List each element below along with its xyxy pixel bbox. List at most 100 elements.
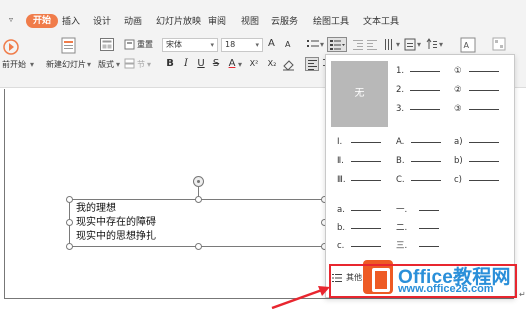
new-slide-label[interactable]: 新建幻灯片 (46, 60, 86, 70)
list-marker: a. (337, 205, 345, 215)
numbering-option-upper-alpha[interactable]: A. B. C. (396, 136, 454, 202)
tab-home[interactable]: 开始 (26, 14, 59, 28)
decrease-indent-icon[interactable] (352, 39, 364, 50)
resize-handle-left[interactable] (66, 219, 73, 226)
collapse-ribbon-icon[interactable]: ▿ (9, 15, 13, 25)
paragraph-mark-icon: ↵ (519, 290, 526, 299)
tab-review[interactable]: 审阅 (208, 17, 226, 27)
text-line-2[interactable]: 现实中存在的障碍 (76, 217, 156, 229)
text-box[interactable]: 我的理想 现实中存在的障碍 现实中的思想挣扎 (69, 199, 328, 247)
clear-format-icon[interactable] (282, 58, 295, 71)
list-marker: C. (396, 175, 405, 185)
list-marker: c. (337, 241, 345, 251)
list-line (469, 161, 499, 162)
resize-handle-top[interactable] (195, 196, 202, 203)
reset-icon[interactable] (124, 39, 135, 50)
tab-animation[interactable]: 动画 (124, 17, 142, 27)
font-color-button[interactable]: A (226, 58, 238, 70)
rotate-handle[interactable] (193, 176, 204, 187)
numbering-option-circled[interactable]: ① ② ③ (454, 65, 512, 131)
list-line (419, 210, 439, 211)
list-line (351, 180, 381, 181)
resize-handle-bottom[interactable] (195, 243, 202, 250)
tab-design[interactable]: 设计 (93, 17, 111, 27)
tab-text-tools[interactable]: 文本工具 (363, 17, 399, 27)
layout-icon[interactable] (99, 37, 115, 53)
svg-text:A: A (464, 41, 470, 50)
list-marker: 一. (396, 205, 408, 215)
play-icon[interactable] (2, 38, 20, 56)
highlight-box (329, 264, 517, 298)
font-family-select[interactable]: 宋体 ▾ (162, 38, 218, 52)
align-text-dropdown-icon[interactable]: ▾ (417, 40, 421, 50)
list-marker: ② (454, 85, 462, 95)
line-spacing-dropdown-icon[interactable]: ▾ (439, 40, 443, 50)
list-marker: c) (454, 175, 462, 185)
font-size-select[interactable]: 18 ▾ (221, 38, 263, 52)
list-line (469, 180, 499, 181)
list-line (411, 180, 441, 181)
tab-view[interactable]: 视图 (241, 17, 259, 27)
shrink-font-button[interactable]: A (285, 40, 290, 50)
resize-handle-bottom-left[interactable] (66, 243, 73, 250)
align-left-button[interactable] (305, 57, 319, 71)
section-label[interactable]: 节 (137, 60, 145, 70)
play-dropdown-icon[interactable]: ▾ (30, 60, 34, 70)
bullets-icon[interactable] (306, 38, 320, 50)
tab-slideshow[interactable]: 幻灯片放映 (156, 17, 201, 27)
numbering-none-option[interactable]: 无 (331, 61, 388, 127)
layout-dropdown-icon[interactable]: ▾ (116, 60, 120, 70)
list-marker: a) (454, 137, 463, 147)
list-marker: 3. (396, 104, 405, 114)
numbering-icon (330, 40, 345, 50)
list-marker: Ⅰ. (337, 137, 343, 147)
reset-label[interactable]: 重置 (137, 40, 153, 50)
layout-label[interactable]: 版式 (98, 60, 114, 70)
line-spacing-icon[interactable] (426, 38, 438, 51)
text-line-3[interactable]: 现实中的思想挣扎 (76, 231, 156, 243)
list-line (410, 71, 440, 72)
list-marker: Ⅲ. (337, 175, 346, 185)
tab-cloud[interactable]: 云服务 (271, 17, 298, 27)
new-slide-dropdown-icon[interactable]: ▾ (87, 60, 91, 70)
new-slide-icon[interactable] (58, 35, 78, 55)
tab-drawing-tools[interactable]: 绘图工具 (313, 17, 349, 27)
strikethrough-button[interactable]: S (210, 58, 222, 70)
font-family-value: 宋体 (166, 40, 182, 49)
numbering-option-roman[interactable]: Ⅰ. Ⅱ. Ⅲ. (337, 136, 395, 202)
italic-button[interactable]: I (180, 58, 192, 70)
list-line (351, 142, 381, 143)
tab-insert[interactable]: 插入 (62, 17, 80, 27)
numbering-option-alpha-paren[interactable]: a) b) c) (454, 136, 512, 202)
underline-button[interactable]: U (195, 58, 207, 70)
play-from-current-label[interactable]: 前开始 (2, 60, 26, 70)
text-direction-icon[interactable] (383, 38, 395, 51)
increase-indent-icon[interactable] (366, 39, 378, 50)
numbering-option-decimal[interactable]: 1. 2. 3. (396, 65, 454, 131)
list-marker: 2. (396, 85, 405, 95)
align-text-icon[interactable] (404, 38, 416, 51)
section-icon[interactable] (124, 58, 135, 69)
section-dropdown-icon[interactable]: ▾ (147, 60, 151, 70)
convert-smartart-icon[interactable] (492, 37, 506, 51)
text-box-icon[interactable]: A (460, 37, 476, 53)
bullets-dropdown-icon[interactable]: ▾ (320, 40, 324, 50)
list-marker: b. (337, 223, 346, 233)
list-line (411, 161, 441, 162)
list-marker: ① (454, 66, 462, 76)
font-color-dropdown-icon[interactable]: ▾ (238, 60, 242, 70)
list-line (419, 246, 439, 247)
chevron-down-icon: ▾ (210, 41, 214, 49)
list-marker: A. (396, 137, 405, 147)
text-direction-dropdown-icon[interactable]: ▾ (396, 40, 400, 50)
numbering-button[interactable] (327, 37, 347, 52)
resize-handle-top-left[interactable] (66, 196, 73, 203)
numbering-option-chinese[interactable]: 一. 二. 三. (396, 204, 454, 270)
align-left-icon (308, 60, 317, 70)
text-line-1[interactable]: 我的理想 (76, 203, 116, 215)
subscript-button[interactable]: X₂ (264, 58, 280, 70)
grow-font-button[interactable]: A (268, 39, 275, 49)
bold-button[interactable]: B (164, 58, 176, 70)
superscript-button[interactable]: X² (246, 58, 262, 70)
list-line (351, 161, 381, 162)
